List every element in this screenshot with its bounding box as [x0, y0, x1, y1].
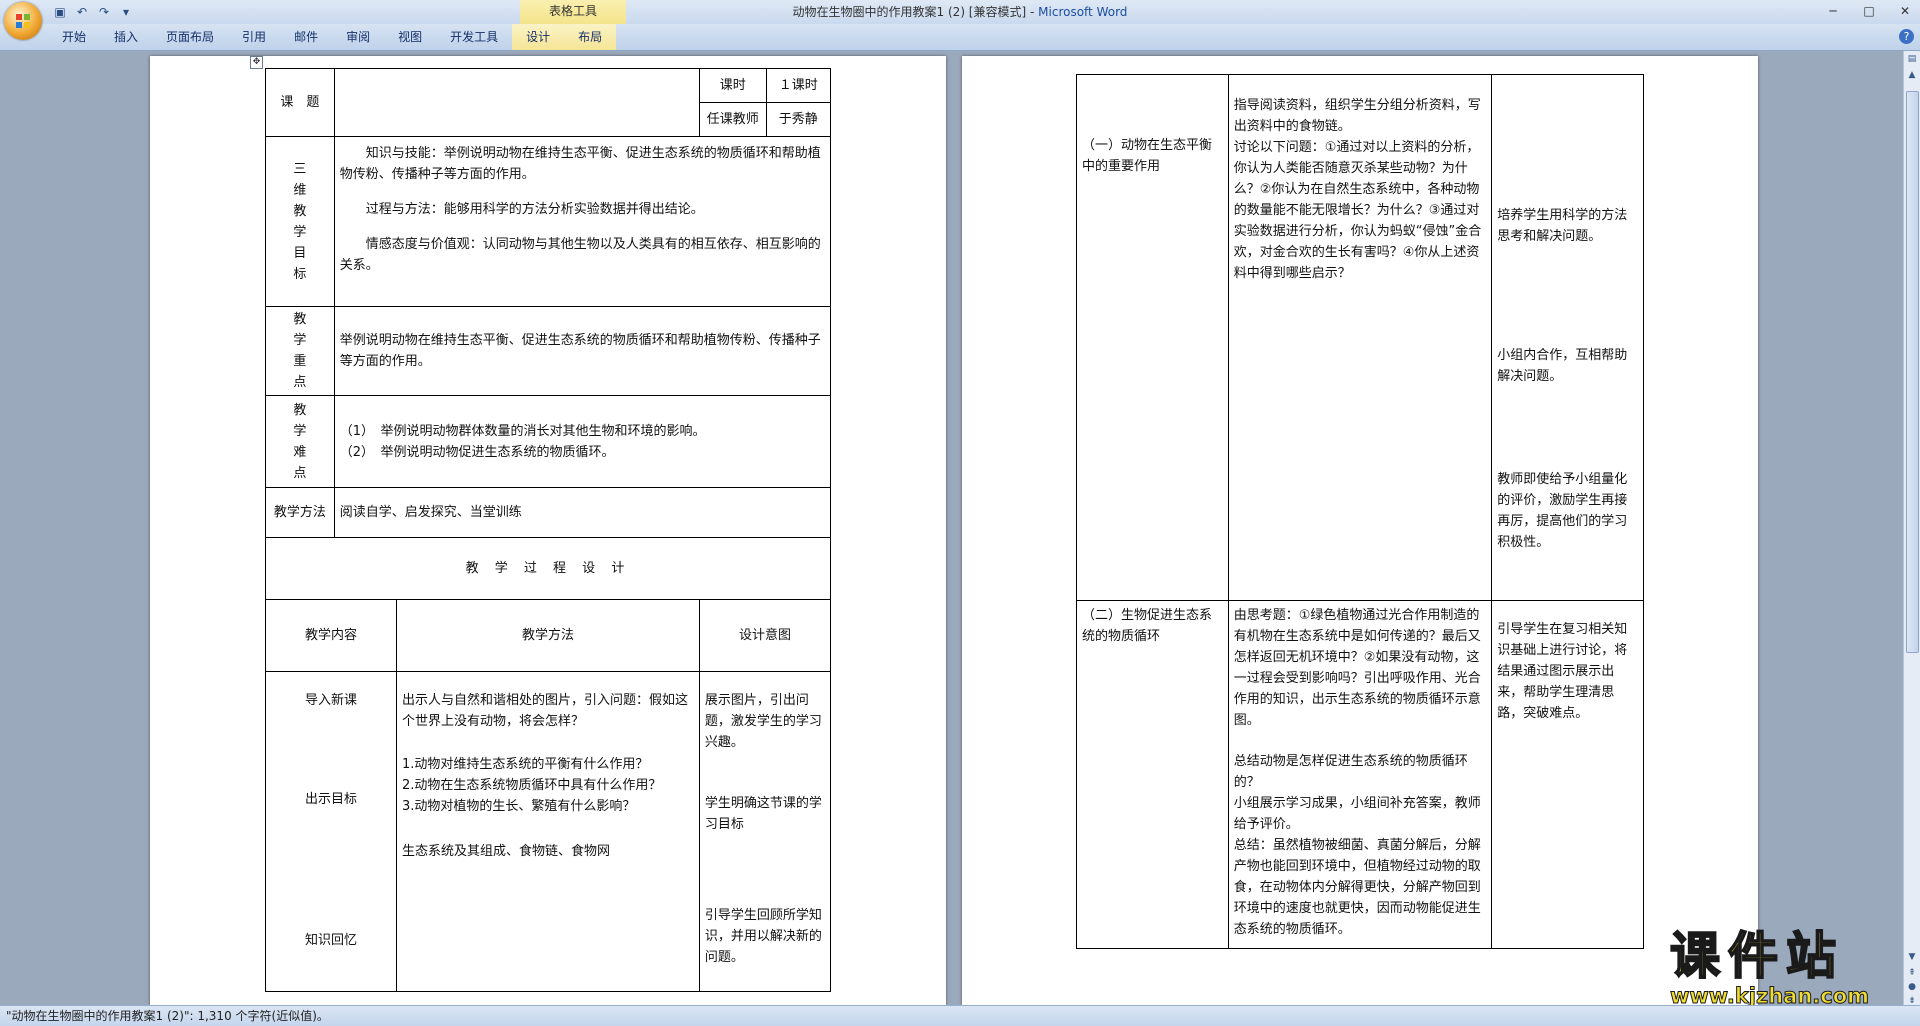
intro-method-text: 出示人与自然和谐相处的图片，引入问题：假如这个世界上没有动物，将会怎样？ [402, 693, 689, 729]
column-header-method: 教学方法 [396, 599, 700, 672]
goal-question-2: 2.动物在生态系统物质循环中具有什么作用？ [402, 778, 662, 793]
status-word-count[interactable]: "动物在生物圈中的作用教案1 (2)": 1,310 个字符(近似值)。 [6, 1006, 329, 1026]
section-2-method-2: 总结动物是怎样促进生态系统的物质循环的？ [1233, 754, 1468, 790]
scrollbar-thumb[interactable] [1906, 91, 1919, 653]
difficulties-cell[interactable]: （1） 举例说明动物群体数量的消长对其他生物和环境的影响。 （2） 举例说明动物… [333, 395, 832, 488]
office-logo-icon [16, 14, 30, 28]
app-name: Microsoft Word [1038, 5, 1128, 19]
method-label: 教学方法 [265, 487, 335, 538]
method-column-cell[interactable]: 出示人与自然和谐相处的图片，引入问题：假如这个世界上没有动物，将会怎样？ 1.动… [396, 671, 700, 992]
previous-page-icon[interactable]: ⇞ [1906, 967, 1918, 979]
class-hours-value[interactable]: １课时 [765, 68, 832, 103]
title-separator: - [1026, 5, 1039, 19]
quick-access-toolbar: ▣ ↶ ↷ ▾ [52, 3, 134, 21]
lesson-process-table-continued: （一）动物在生态平衡中的重要作用 指导阅读资料，组织学生分组分析资料，写出资料中… [1076, 74, 1644, 949]
vertical-scrollbar[interactable]: ▤ ▲ ▼ ⇞ ● ⇟ [1903, 51, 1920, 1006]
difficulty-item-2: （2） 举例说明动物促进生态系统的物质循环。 [339, 444, 615, 460]
tab-view[interactable]: 视图 [384, 24, 436, 50]
review-intent-text: 引导学生回顾所学知识，并用以解决新的问题。 [704, 908, 822, 965]
status-bar: "动物在生物圈中的作用教案1 (2)": 1,310 个字符(近似值)。 [0, 1005, 1920, 1026]
document-title: 动物在生物圈中的作用教案1 (2) [兼容模式] [792, 5, 1027, 19]
scroll-up-icon[interactable]: ▲ [1906, 69, 1918, 81]
section-1-intent-2: 小组内合作，互相帮助解决问题。 [1497, 348, 1628, 384]
goal-question-3: 3.动物对植物的生长、繁殖有什么影响？ [402, 799, 636, 814]
goal-process: 过程与方法：能够用科学的方法分析实验数据并得出结论。 [365, 202, 704, 217]
goals-cell[interactable]: 知识与技能：举例说明动物在维持生态平衡、促进生态系统的物质循环和帮助植物传粉、传… [333, 136, 832, 307]
tab-insert[interactable]: 插入 [100, 24, 152, 50]
undo-icon[interactable]: ↶ [74, 4, 90, 20]
difficulty-item-1: （1） 举例说明动物群体数量的消长对其他生物和环境的影响。 [339, 423, 706, 439]
tab-references[interactable]: 引用 [228, 24, 280, 50]
section-2-title[interactable]: （二）生物促进生态系统的物质循环 [1076, 600, 1229, 949]
scroll-down-icon[interactable]: ▼ [1906, 951, 1918, 963]
goals-label: 三 维 教 学 目 标 [265, 136, 335, 307]
section-2-method-cell[interactable]: 由思考题：①绿色植物通过光合作用制造的有机物在生态系统中是如何传递的？最后又怎样… [1227, 600, 1493, 949]
teacher-label: 任课教师 [698, 102, 767, 137]
content-column-cell[interactable]: 导入新课 出示目标 知识回忆 [264, 671, 398, 992]
key-points-value[interactable]: 举例说明动物在维持生态平衡、促进生态系统的物质循环和帮助植物传粉、传播种子等方面… [333, 306, 832, 396]
kjzhan-watermark-logo: 课件站 www.kjzhan.com [1669, 927, 1902, 1009]
column-header-intent: 设计意图 [698, 599, 832, 672]
row-label-review: 知识回忆 [305, 933, 358, 948]
watermark-logo-text: 课件站 [1669, 927, 1844, 985]
redo-icon[interactable]: ↷ [96, 4, 112, 20]
goal-emotion: 情感态度与价值观：认同动物与其他生物以及人类具有的相互依存、相互影响的关系。 [339, 237, 821, 273]
teacher-value[interactable]: 于秀静 [765, 102, 832, 137]
tab-home[interactable]: 开始 [48, 24, 100, 50]
save-icon[interactable]: ▣ [52, 4, 68, 20]
row-label-intro: 导入新课 [305, 693, 358, 708]
goal-intent-text: 学生明确这节课的学习目标 [704, 796, 822, 832]
close-button[interactable]: ✕ [1894, 2, 1916, 20]
customize-icon[interactable]: ▾ [118, 4, 134, 20]
maximize-button[interactable]: □ [1858, 2, 1880, 20]
ruler-toggle-icon[interactable]: ▤ [1906, 53, 1918, 65]
intent-column-cell[interactable]: 展示图片，引出问题，激发学生的学习兴趣。 学生明确这节课的学习目标 引导学生回顾… [698, 671, 832, 992]
section-1-method-1: 指导阅读资料，组织学生分组分析资料，写出资料中的食物链。 [1233, 98, 1481, 134]
goal-question-1: 1.动物对维持生态系统的平衡有什么作用？ [402, 757, 649, 772]
ribbon-tab-bar: 开始 插入 页面布局 引用 邮件 审阅 视图 开发工具 设计 布局 ? [0, 24, 1920, 51]
section-2-method-1: 由思考题：①绿色植物通过光合作用制造的有机物在生态系统中是如何传递的？最后又怎样… [1233, 608, 1481, 728]
minimize-button[interactable]: ─ [1822, 2, 1844, 20]
column-header-content: 教学内容 [264, 599, 398, 672]
review-method-text: 生态系统及其组成、食物链、食物网 [402, 844, 611, 859]
title-bar: 表格工具 动物在生物圈中的作用教案1 (2) [兼容模式] - Microsof… [0, 0, 1920, 24]
office-button[interactable] [4, 2, 42, 40]
section-1-intent-3: 教师即使给予小组量化的评价，激励学生再接再厉，提高他们的学习积极性。 [1497, 472, 1628, 550]
row-label-goal: 出示目标 [305, 792, 358, 807]
page-right[interactable]: （一）动物在生态平衡中的重要作用 指导阅读资料，组织学生分组分析资料，写出资料中… [962, 56, 1758, 1005]
method-value[interactable]: 阅读自学、启发探究、当堂训练 [333, 487, 832, 538]
lesson-plan-table: 课 题 课时 １课时 任课教师 于秀静 三 维 教 学 目 标 知识与技能：举例… [264, 68, 832, 992]
select-browse-object-icon[interactable]: ● [1906, 981, 1918, 993]
tab-page-layout[interactable]: 页面布局 [152, 24, 228, 50]
topic-value[interactable] [333, 68, 700, 137]
class-hours-label: 课时 [698, 68, 767, 103]
tab-review[interactable]: 审阅 [332, 24, 384, 50]
key-points-label: 教 学 重 点 [265, 306, 335, 396]
tab-developer[interactable]: 开发工具 [436, 24, 512, 50]
section-1-method-2: 讨论以下问题：①通过对以上资料的分析，你认为人类能否随意灭杀某些动物？为什么？②… [1233, 140, 1482, 281]
document-workspace: ✥ 课 题 课时 １课时 任课教师 于秀静 三 维 教 学 目 标 知识与技能：… [0, 51, 1904, 1005]
table-tools-context-label: 表格工具 [520, 0, 626, 24]
section-1-intent-1: 培养学生用科学的方法思考和解决问题。 [1497, 208, 1628, 244]
tab-table-design[interactable]: 设计 [512, 24, 565, 50]
section-1-intent-cell[interactable]: 培养学生用科学的方法思考和解决问题。 小组内合作，互相帮助解决问题。 教师即使给… [1491, 74, 1644, 601]
topic-label: 课 题 [265, 68, 335, 137]
tab-mailings[interactable]: 邮件 [280, 24, 332, 50]
intro-intent-text: 展示图片，引出问题，激发学生的学习兴趣。 [704, 693, 822, 750]
table-move-handle-icon[interactable]: ✥ [250, 56, 263, 69]
tab-table-layout[interactable]: 布局 [564, 24, 617, 50]
help-icon[interactable]: ? [1899, 29, 1914, 44]
section-2-method-4: 总结：虽然植物被细菌、真菌分解后，分解产物也能回到环境中，但植物经过动物的取食，… [1233, 838, 1481, 937]
section-2-method-3: 小组展示学习成果，小组间补充答案，教师给予评价。 [1233, 796, 1481, 832]
section-1-title[interactable]: （一）动物在生态平衡中的重要作用 [1076, 74, 1229, 601]
window-controls: ─ □ ✕ [1822, 2, 1916, 20]
section-2-intent[interactable]: 引导学生在复习相关知识基础上进行讨论，将结果通过图示展示出来，帮助学生理清思路，… [1491, 600, 1644, 949]
goal-knowledge: 知识与技能：举例说明动物在维持生态平衡、促进生态系统的物质循环和帮助植物传粉、传… [339, 146, 821, 182]
process-title: 教 学 过 程 设 计 [265, 537, 831, 600]
section-1-method-cell[interactable]: 指导阅读资料，组织学生分组分析资料，写出资料中的食物链。 讨论以下问题：①通过对… [1227, 74, 1493, 601]
page-left[interactable]: ✥ 课 题 课时 １课时 任课教师 于秀静 三 维 教 学 目 标 知识与技能：… [150, 56, 946, 1005]
window-title: 动物在生物圈中的作用教案1 (2) [兼容模式] - Microsoft Wor… [0, 0, 1920, 24]
difficulties-label: 教 学 难 点 [265, 395, 335, 488]
